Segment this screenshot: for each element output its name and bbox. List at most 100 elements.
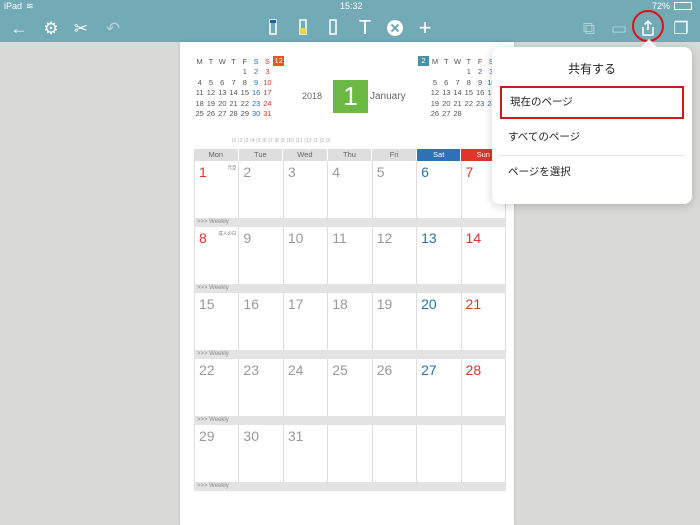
mini-day-header: T <box>443 56 449 66</box>
mini-day: 21 <box>229 98 238 108</box>
day-number: 10 <box>287 230 304 246</box>
mini-day: 26 <box>430 109 440 119</box>
mini-day: 4 <box>197 77 202 87</box>
day-cell[interactable]: 15 <box>195 293 240 350</box>
mini-day: 27 <box>218 109 227 119</box>
day-cell[interactable]: 17 <box>284 293 329 350</box>
day-cell[interactable] <box>417 425 462 482</box>
weekly-link[interactable]: >>> Weekly <box>194 350 506 359</box>
text-icon[interactable]: T <box>354 17 376 39</box>
day-cell[interactable]: 30 <box>239 425 284 482</box>
battery-text: 72% <box>652 1 671 11</box>
day-cell[interactable]: 6 <box>417 161 462 218</box>
mini-day: 6 <box>444 77 449 87</box>
eraser-icon[interactable] <box>322 17 344 39</box>
day-number: 22 <box>199 362 215 378</box>
mini-day: 1 <box>466 67 471 77</box>
mini-day: 10 <box>263 77 272 87</box>
mini-day: 14 <box>453 88 462 98</box>
pages-icon[interactable]: ❐ <box>670 17 692 39</box>
share-current-page[interactable]: 現在のページ <box>500 86 684 119</box>
highlighter-icon[interactable] <box>292 17 314 39</box>
day-number: 23 <box>243 362 259 378</box>
mini-day: 28 <box>229 109 238 119</box>
day-number: 16 <box>243 296 259 312</box>
day-cell[interactable]: 3 <box>284 161 329 218</box>
day-cell[interactable]: 8 成人の日 <box>195 227 240 284</box>
day-cell[interactable]: 1 元旦 <box>195 161 240 218</box>
mini-day: 2 <box>254 67 259 77</box>
day-cell[interactable]: 12 <box>373 227 418 284</box>
day-cell[interactable]: 5 <box>373 161 418 218</box>
share-select-pages[interactable]: ページを選択 <box>500 155 684 188</box>
day-cell[interactable]: 14 <box>462 227 506 284</box>
day-number: 15 <box>199 296 215 312</box>
close-circle-icon[interactable] <box>384 17 406 39</box>
day-number: 3 <box>287 164 296 180</box>
mini-day: 19 <box>206 98 216 108</box>
day-cell[interactable]: 10 <box>284 227 329 284</box>
lasso-icon[interactable]: ⧉ <box>578 17 600 39</box>
mini-day: 23 <box>251 98 261 108</box>
mini-day: 12 <box>430 88 440 98</box>
day-cell[interactable]: 23 <box>239 359 284 416</box>
mini-day: 11 <box>195 88 204 98</box>
scissors-icon[interactable]: ✂ <box>70 17 92 39</box>
planner-page[interactable]: M T W T F S S 12 1 2 3 4 5 6 7 8 9 10 11 12 13 14 15 16 17 18 19 2… <box>180 42 514 525</box>
day-cell[interactable]: 2 <box>239 161 284 218</box>
mini-day: 20 <box>442 98 451 108</box>
day-cell[interactable]: 21 <box>462 293 506 350</box>
day-number: 19 <box>376 296 393 312</box>
day-cell[interactable]: 31 <box>284 425 329 482</box>
month-grid: Mon Tue Wed Thu Fri Sat Sun 1 元旦 2 3 4 5 6 7 >>> Weekl… <box>194 149 507 491</box>
day-cell[interactable]: 22 <box>195 359 240 416</box>
wifi-icon: ≋ <box>26 1 34 11</box>
undo-icon[interactable]: ↶ <box>102 17 124 39</box>
day-cell[interactable]: 19 <box>373 293 418 350</box>
mini-day: 9 <box>478 77 483 87</box>
weekly-link[interactable]: >>> Weekly <box>194 218 506 227</box>
mini-day <box>452 67 463 78</box>
day-cell[interactable]: 13 <box>417 227 462 284</box>
mini-day: 15 <box>240 88 249 98</box>
weekly-link[interactable]: >>> Weekly <box>194 416 506 425</box>
weekly-link[interactable]: >>> Weekly <box>194 284 506 293</box>
day-cell[interactable]: 29 <box>195 425 240 482</box>
mini-day: 5 <box>208 77 214 87</box>
mini-day-header: M <box>196 56 203 66</box>
ruler-icon[interactable]: ▭ <box>608 17 630 39</box>
week-row: 1 元旦 2 3 4 5 6 7 <box>194 161 506 218</box>
day-cell[interactable]: 11 <box>328 227 373 284</box>
mini-day-header: T <box>466 56 472 66</box>
day-cell[interactable]: 4 <box>328 161 373 218</box>
day-cell[interactable]: 28 <box>462 359 506 416</box>
mini-day: 16 <box>475 88 485 98</box>
gear-icon[interactable]: ⚙ <box>40 17 62 39</box>
mini-day <box>205 67 216 78</box>
plus-icon[interactable]: + <box>414 17 436 39</box>
day-cell[interactable]: 20 <box>417 293 462 350</box>
mini-day <box>429 67 440 78</box>
day-cell[interactable]: 25 <box>328 359 373 416</box>
day-header-row: Mon Tue Wed Thu Fri Sat Sun <box>194 149 507 161</box>
pen-icon[interactable] <box>262 17 284 39</box>
day-cell[interactable]: 18 <box>328 293 373 350</box>
back-arrow-icon[interactable]: ← <box>8 17 30 39</box>
mini-day: 8 <box>242 77 247 87</box>
day-cell[interactable] <box>328 425 373 482</box>
day-number: 7 <box>465 164 474 180</box>
clock: 15:32 <box>340 1 363 11</box>
day-cell[interactable]: 9 <box>239 227 284 284</box>
day-number: 6 <box>421 164 429 180</box>
day-cell[interactable] <box>462 425 506 482</box>
share-popover: 共有する 現在のページ すべてのページ ページを選択 <box>492 39 692 204</box>
day-cell[interactable]: 16 <box>239 293 284 350</box>
holiday-label: 元旦 <box>227 165 237 170</box>
share-all-pages[interactable]: すべてのページ <box>500 121 684 154</box>
day-number: 14 <box>465 230 482 246</box>
day-cell[interactable]: 24 <box>284 359 329 416</box>
day-cell[interactable]: 26 <box>373 359 418 416</box>
day-cell[interactable] <box>373 425 418 482</box>
day-cell[interactable]: 27 <box>417 359 462 416</box>
weekly-link[interactable]: >>> Weekly <box>194 482 506 491</box>
